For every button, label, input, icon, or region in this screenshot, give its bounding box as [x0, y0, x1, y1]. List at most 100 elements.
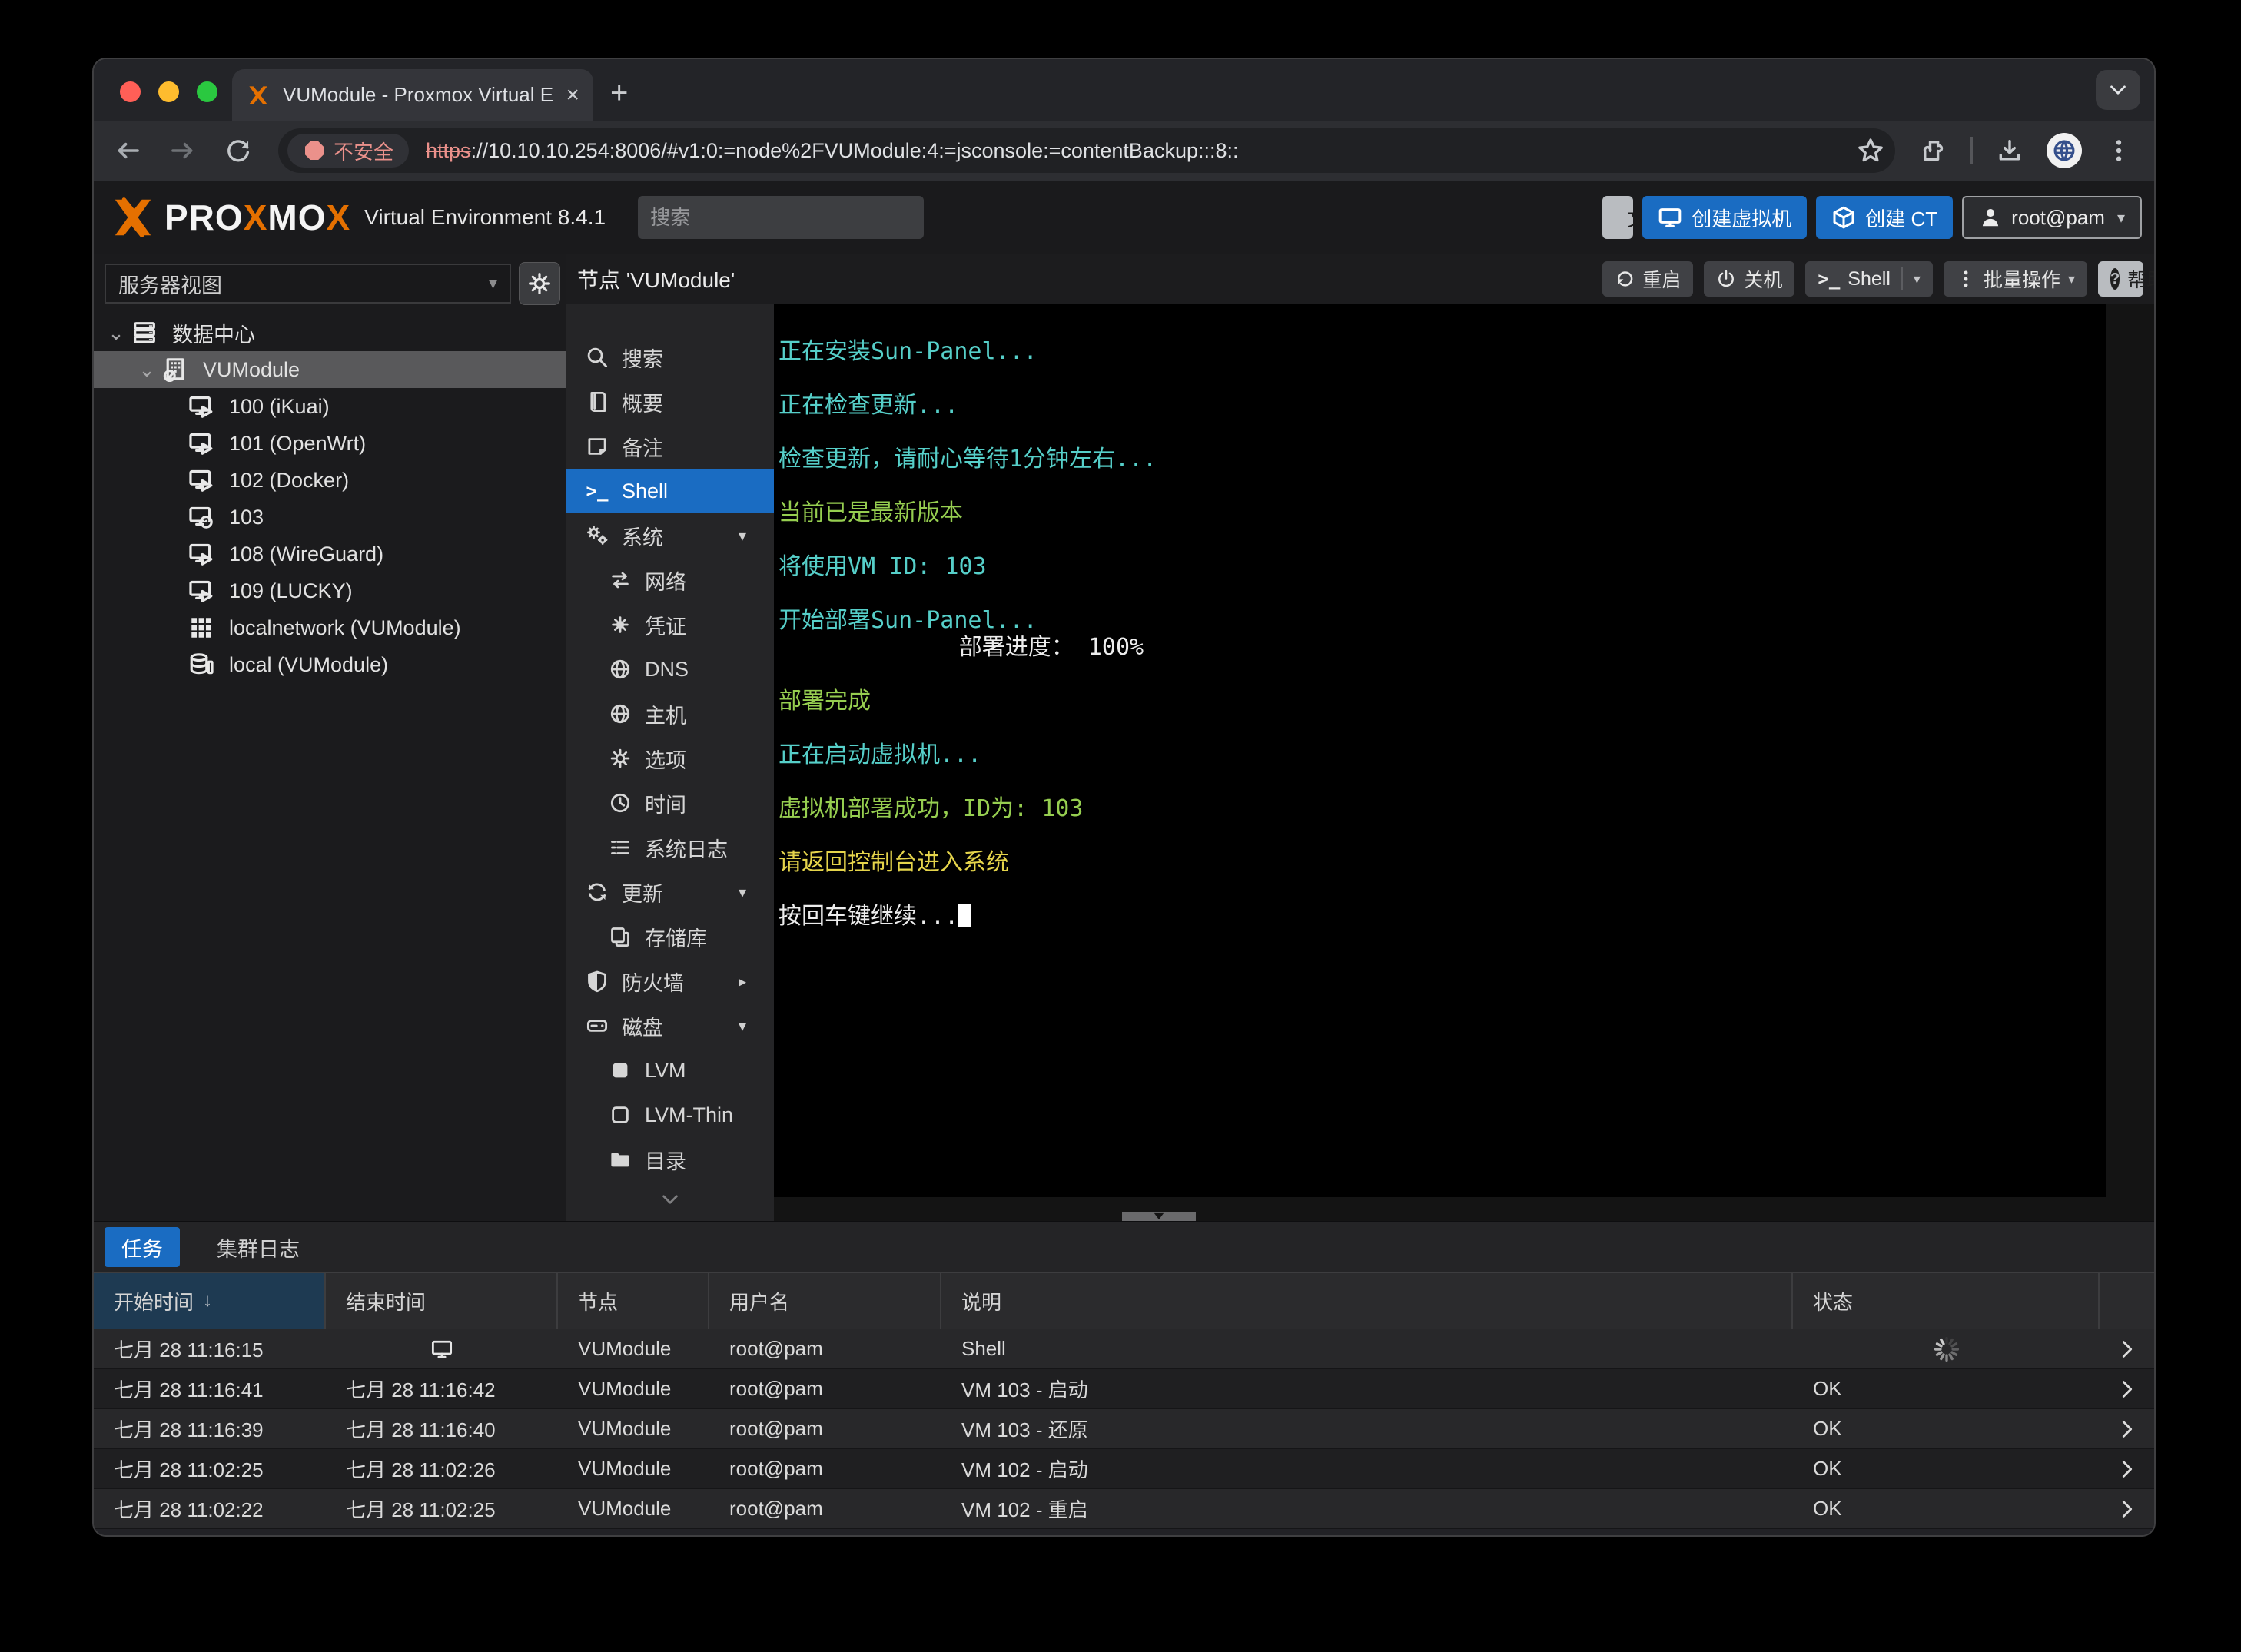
user-menu-button[interactable]: root@pam ▾	[1962, 196, 2142, 239]
menu-item-主机[interactable]: 主机	[566, 692, 774, 736]
menu-item-凭证[interactable]: 凭证	[566, 602, 774, 647]
menu-item-shell[interactable]: >_Shell	[566, 469, 774, 513]
tree-item-108-wireguard-[interactable]: 108 (WireGuard)	[94, 536, 566, 572]
column-header-2[interactable]: 节点	[558, 1273, 709, 1329]
restart-button[interactable]: 重启	[1602, 261, 1693, 297]
tree-item-109-lucky-[interactable]: 109 (LUCKY)	[94, 572, 566, 609]
column-header-0[interactable]: 开始时间↓	[94, 1273, 326, 1329]
row-expand-chevron-icon[interactable]	[2100, 1338, 2154, 1361]
help-button[interactable]: ?帮助	[2098, 261, 2143, 297]
menu-item-lvm[interactable]: LVM	[566, 1048, 774, 1093]
row-expand-chevron-icon[interactable]	[2100, 1418, 2154, 1441]
documentation-button[interactable]: 文档	[1602, 196, 1633, 239]
caret-expand-icon[interactable]: ⌄	[105, 321, 128, 345]
row-expand-chevron-icon[interactable]	[2100, 1498, 2154, 1521]
column-header-5[interactable]: 状态	[1793, 1273, 2100, 1329]
menu-item-磁盘[interactable]: 磁盘▾	[566, 1003, 774, 1048]
chevron-down-icon[interactable]: ▾	[2068, 271, 2075, 287]
tree-item-100-ikuai-[interactable]: 100 (iKuai)	[94, 388, 566, 425]
extensions-button[interactable]	[1917, 134, 1950, 168]
tree-item-102-docker-[interactable]: 102 (Docker)	[94, 462, 566, 499]
menu-item-目录[interactable]: 目录	[566, 1137, 774, 1182]
caret-down-icon[interactable]: ▾	[739, 1017, 746, 1036]
menu-item-备注[interactable]: 备注	[566, 424, 774, 469]
tree-item-vumodule[interactable]: ⌄VUModule	[94, 351, 566, 388]
shell-button[interactable]: >_Shell▾	[1805, 261, 1933, 297]
terminal-line: 请返回控制台进入系统	[779, 849, 1009, 876]
toolbar-divider	[1970, 137, 1973, 164]
bulk-actions-button[interactable]: 批量操作▾	[1944, 261, 2087, 297]
new-tab-button[interactable]: +	[610, 68, 628, 118]
menu-item-系统日志[interactable]: 系统日志	[566, 825, 774, 870]
create-vm-button[interactable]: 创建虚拟机	[1642, 196, 1807, 239]
menu-item-防火墙[interactable]: 防火墙▸	[566, 959, 774, 1003]
menu-item-选项[interactable]: 选项	[566, 736, 774, 781]
column-header-1[interactable]: 结束时间	[326, 1273, 558, 1329]
kebab-icon	[1956, 269, 1976, 289]
menu-item-时间[interactable]: 时间	[566, 781, 774, 825]
chevron-down-icon[interactable]: ▾	[1914, 271, 1921, 287]
tree-item-103[interactable]: ?103	[94, 499, 566, 536]
reload-button[interactable]	[223, 135, 254, 166]
task-cell: VM 103 - 启动	[961, 1378, 1088, 1402]
menu-item-系统[interactable]: 系统▾	[566, 513, 774, 558]
pve-search-input[interactable]	[638, 196, 924, 239]
shutdown-button[interactable]: 关机	[1704, 261, 1794, 297]
close-tab-icon[interactable]: ×	[566, 82, 579, 108]
site-security-chip[interactable]: 不安全	[287, 134, 409, 168]
terminal-line: 正在检查更新...	[779, 392, 958, 419]
address-bar[interactable]: 不安全 https://10.10.10.254:8006/#v1:0:=nod…	[278, 128, 1895, 173]
task-row-4[interactable]: 七月 28 11:02:22七月 28 11:02:25VUModuleroot…	[94, 1489, 2154, 1529]
browser-menu-button[interactable]	[2102, 134, 2136, 168]
caret-down-icon[interactable]: ▾	[739, 526, 746, 546]
zoom-window-button[interactable]	[197, 81, 217, 102]
create-ct-button[interactable]: 创建 CT	[1816, 196, 1953, 239]
tree-item-101-openwrt-[interactable]: 101 (OpenWrt)	[94, 425, 566, 462]
tab-overview-button[interactable]	[2096, 70, 2140, 110]
close-window-button[interactable]	[120, 81, 141, 102]
column-header-4[interactable]: 说明	[941, 1273, 1793, 1329]
task-tab-cluster-log[interactable]: 集群日志	[200, 1227, 317, 1267]
row-expand-chevron-icon[interactable]	[2100, 1458, 2154, 1481]
minimize-window-button[interactable]	[158, 81, 179, 102]
task-cell: OK	[1813, 1457, 1842, 1480]
bookmark-button[interactable]	[1854, 134, 1887, 168]
menu-item-更新[interactable]: 更新 ▾	[566, 870, 774, 914]
forward-button[interactable]	[168, 135, 198, 166]
vm-question-icon: ?	[187, 504, 216, 530]
menu-scroll-down-icon[interactable]	[566, 1188, 774, 1215]
cube-icon	[1831, 205, 1856, 230]
profile-avatar[interactable]	[2047, 133, 2082, 168]
tree-item-local-vumodule-[interactable]: local (VUModule)	[94, 646, 566, 683]
browser-tab-active[interactable]: VUModule - Proxmox Virtual E ×	[232, 69, 593, 121]
caret-expand-icon[interactable]: ⌄	[135, 358, 158, 382]
menu-item-label: 更新	[622, 877, 663, 907]
task-row-3[interactable]: 七月 28 11:02:25七月 28 11:02:26VUModuleroot…	[94, 1449, 2154, 1489]
caret-down-icon[interactable]: ▾	[739, 883, 746, 902]
row-expand-chevron-icon[interactable]	[2100, 1378, 2154, 1401]
menu-item-lvm-thin[interactable]: LVM-Thin	[566, 1093, 774, 1137]
task-row-0[interactable]: 七月 28 11:16:15VUModuleroot@pamShell	[94, 1329, 2154, 1369]
menu-item-网络[interactable]: 网络	[566, 558, 774, 602]
tree-item--[interactable]: ⌄数据中心	[94, 314, 566, 351]
menu-item-label: 搜索	[622, 343, 663, 373]
shell-terminal[interactable]: 正在安装Sun-Panel... 正在检查更新... 检查更新，请耐心等待1分钟…	[774, 304, 2106, 1197]
task-row-1[interactable]: 七月 28 11:16:41七月 28 11:16:42VUModuleroot…	[94, 1369, 2154, 1409]
caret-right-icon[interactable]: ▸	[739, 972, 746, 991]
task-tab-tasks[interactable]: 任务	[105, 1227, 180, 1267]
downloads-button[interactable]	[1993, 134, 2027, 168]
menu-item-dns[interactable]: DNS	[566, 647, 774, 692]
column-header-3[interactable]: 用户名	[709, 1273, 941, 1329]
view-selector[interactable]: 服务器视图 ▾	[105, 264, 511, 304]
menu-item-搜索[interactable]: 搜索	[566, 335, 774, 380]
console-area: 正在安装Sun-Panel... 正在检查更新... 检查更新，请耐心等待1分钟…	[774, 304, 2154, 1221]
column-header-label: 结束时间	[346, 1287, 426, 1315]
tree-item-localnetwork-vumodule-[interactable]: localnetwork (VUModule)	[94, 609, 566, 646]
menu-item-存储库[interactable]: 存储库	[566, 914, 774, 959]
panel-splitter-handle[interactable]	[1122, 1212, 1196, 1221]
menu-item-概要[interactable]: 概要	[566, 380, 774, 424]
sidebar-settings-button[interactable]	[519, 262, 560, 305]
menu-item-label: 概要	[622, 387, 663, 417]
task-row-2[interactable]: 七月 28 11:16:39七月 28 11:16:40VUModuleroot…	[94, 1409, 2154, 1449]
back-button[interactable]	[112, 135, 143, 166]
